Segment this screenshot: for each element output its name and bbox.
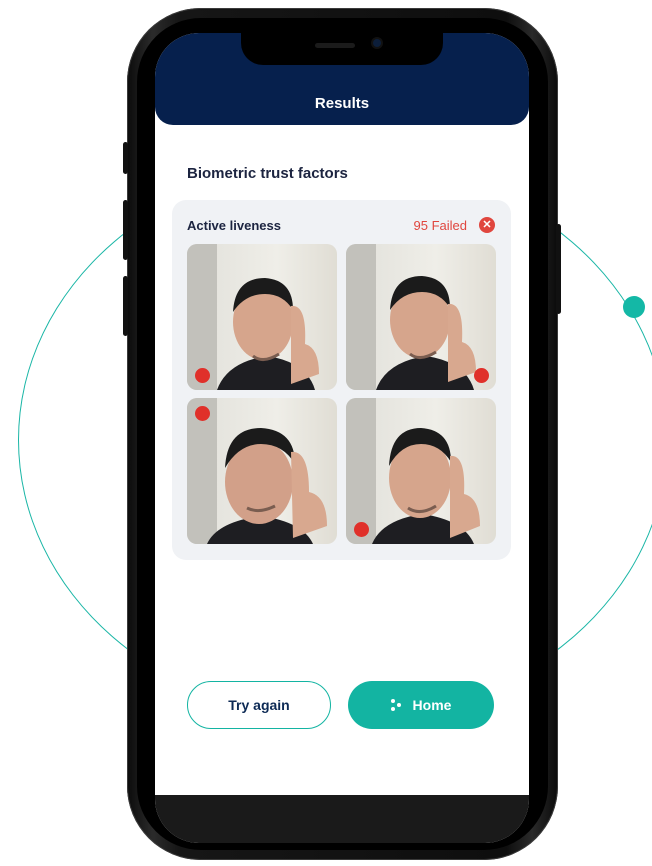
app-header: Results	[155, 33, 529, 125]
recording-dot	[195, 368, 210, 383]
speaker	[315, 43, 355, 48]
recording-dot	[474, 368, 489, 383]
volume-down-button	[123, 276, 128, 336]
status-text: 95 Failed	[413, 218, 467, 233]
recording-dot	[354, 522, 369, 537]
liveness-photo-2[interactable]	[346, 244, 496, 390]
liveness-photo-3[interactable]	[187, 398, 337, 544]
try-again-label: Try again	[228, 697, 290, 713]
section-title: Biometric trust factors	[187, 165, 348, 182]
front-camera	[373, 39, 381, 47]
power-button	[556, 224, 561, 314]
dots-icon	[390, 699, 405, 712]
phone-screen: Results Biometric trust factors Active l…	[155, 33, 529, 843]
home-button[interactable]: Home	[348, 681, 494, 729]
recording-dot	[195, 406, 210, 421]
home-label: Home	[412, 697, 452, 713]
close-circle-icon: ✕	[479, 217, 495, 233]
page-title: Results	[314, 95, 370, 112]
bottom-bar	[155, 795, 529, 843]
liveness-photo-4[interactable]	[346, 398, 496, 544]
decorative-dot	[623, 296, 645, 318]
try-again-button[interactable]: Try again	[187, 681, 331, 729]
volume-up-button	[123, 200, 128, 260]
liveness-label: Active liveness	[187, 218, 281, 233]
notch	[241, 33, 443, 65]
liveness-card: Active liveness 95 Failed ✕	[172, 200, 511, 560]
mute-switch	[123, 142, 128, 174]
liveness-photo-1[interactable]	[187, 244, 337, 390]
